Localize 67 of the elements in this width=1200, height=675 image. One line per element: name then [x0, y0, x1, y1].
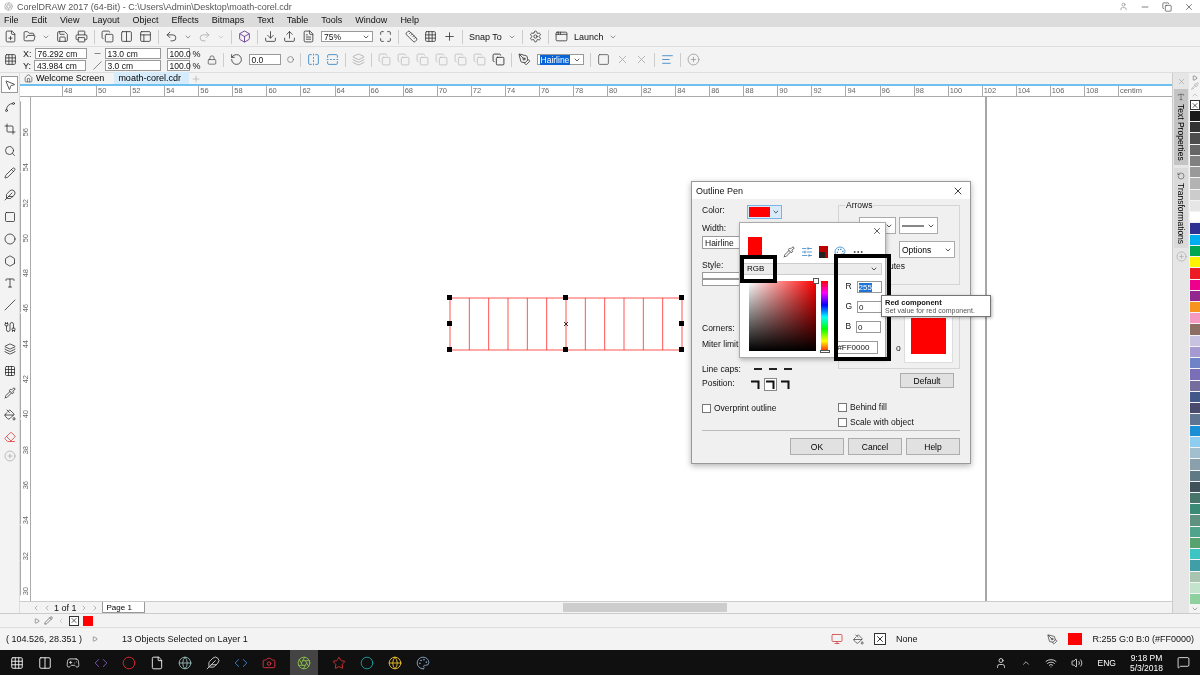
default-button[interactable]: Default: [900, 373, 954, 388]
width-label: Width:: [702, 223, 727, 233]
docker-tab[interactable]: Transformations: [1174, 167, 1188, 248]
dialog-title: Outline Pen: [696, 185, 744, 196]
outline-status: R:255 G:0 B:0 (#FF0000): [1092, 634, 1194, 644]
cursor-coordinates: ( 104.526, 28.351 ): [6, 634, 83, 644]
component-field[interactable]: 255: [856, 281, 882, 293]
docker-tab[interactable]: Text Properties: [1174, 89, 1188, 165]
angle-field[interactable]: 0.0: [248, 54, 281, 65]
options-dropdown[interactable]: Options: [899, 241, 955, 258]
page-counter: 1 of 1: [54, 602, 77, 613]
menu-item[interactable]: Help: [400, 15, 419, 25]
clock-date: 5/3/2018: [1129, 662, 1163, 673]
menu-item[interactable]: Text: [257, 15, 274, 25]
outline-width-dropdown[interactable]: Hairline: [536, 54, 584, 65]
corners-label: Corners:: [702, 323, 735, 333]
scale-field[interactable]: 100.0: [166, 48, 190, 59]
dialog-button[interactable]: Help: [906, 438, 960, 455]
scale-with-object-label: Scale with object: [850, 417, 914, 427]
launch-button[interactable]: Launch: [573, 31, 604, 42]
menu-item[interactable]: Layout: [92, 15, 120, 25]
component-field[interactable]: 0: [856, 321, 882, 333]
menu-item[interactable]: Edit: [31, 15, 48, 25]
snap-to-button[interactable]: Snap To: [469, 31, 502, 42]
page-tab[interactable]: Page 1: [101, 602, 145, 613]
color-label: Color:: [702, 205, 725, 215]
menu-item[interactable]: Table: [286, 15, 309, 25]
line-caps-label: Line caps:: [702, 364, 741, 374]
width-field[interactable]: 13.0 cm: [104, 48, 161, 59]
menu-item[interactable]: Bitmaps: [211, 15, 245, 25]
menu-item[interactable]: Effects: [171, 15, 199, 25]
color-model-dropdown[interactable]: RGB: [743, 262, 882, 275]
behind-fill-label: Behind fill: [850, 402, 887, 412]
overprint-label: Overprint outline: [714, 403, 777, 413]
arrows-label: Arrows: [845, 200, 874, 210]
selection-status: 13 Objects Selected on Layer 1: [122, 634, 248, 644]
document-tab[interactable]: Welcome Screen: [20, 72, 113, 84]
menu-item[interactable]: Object: [132, 15, 159, 25]
attributes-label-fragment: utes: [889, 261, 906, 271]
fill-status: None: [895, 634, 918, 644]
dialog-button[interactable]: Cancel: [848, 438, 902, 455]
component-field[interactable]: 0: [857, 301, 882, 313]
style-label: Style:: [702, 260, 724, 270]
component-label: R: [845, 281, 852, 291]
document-tab[interactable]: moath-corel.cdr: [114, 72, 189, 84]
menu-item[interactable]: Tools: [321, 15, 343, 25]
y-label: Y:: [23, 60, 31, 71]
scale-field[interactable]: 100.0: [166, 60, 190, 71]
x-field[interactable]: 76.292 cm: [34, 48, 87, 59]
dialog-button[interactable]: OK: [790, 438, 844, 455]
hex-field[interactable]: #FF0000: [835, 341, 879, 354]
window-title: CorelDRAW 2017 (64-Bit) - C:\Users\Admin\Desktop\moath-corel.cdr: [17, 1, 293, 12]
position-label: Position:: [702, 378, 735, 388]
y-field[interactable]: 43.984 cm: [34, 60, 86, 71]
menu-item[interactable]: Window: [355, 15, 388, 25]
component-label: G: [845, 301, 852, 311]
percent-sign: %: [192, 48, 201, 59]
height-field[interactable]: 3.0 cm: [104, 60, 161, 71]
component-label: B: [845, 321, 852, 331]
menu-item[interactable]: View: [60, 15, 80, 25]
menu-item[interactable]: File: [4, 15, 19, 25]
zoom-field[interactable]: 75%: [321, 31, 373, 42]
text-fragment: o: [896, 343, 901, 353]
percent-sign: %: [192, 60, 201, 71]
language-indicator[interactable]: ENG: [1097, 657, 1116, 668]
clock-time: 9:18 PM: [1130, 652, 1163, 663]
x-label: X:: [23, 48, 32, 59]
